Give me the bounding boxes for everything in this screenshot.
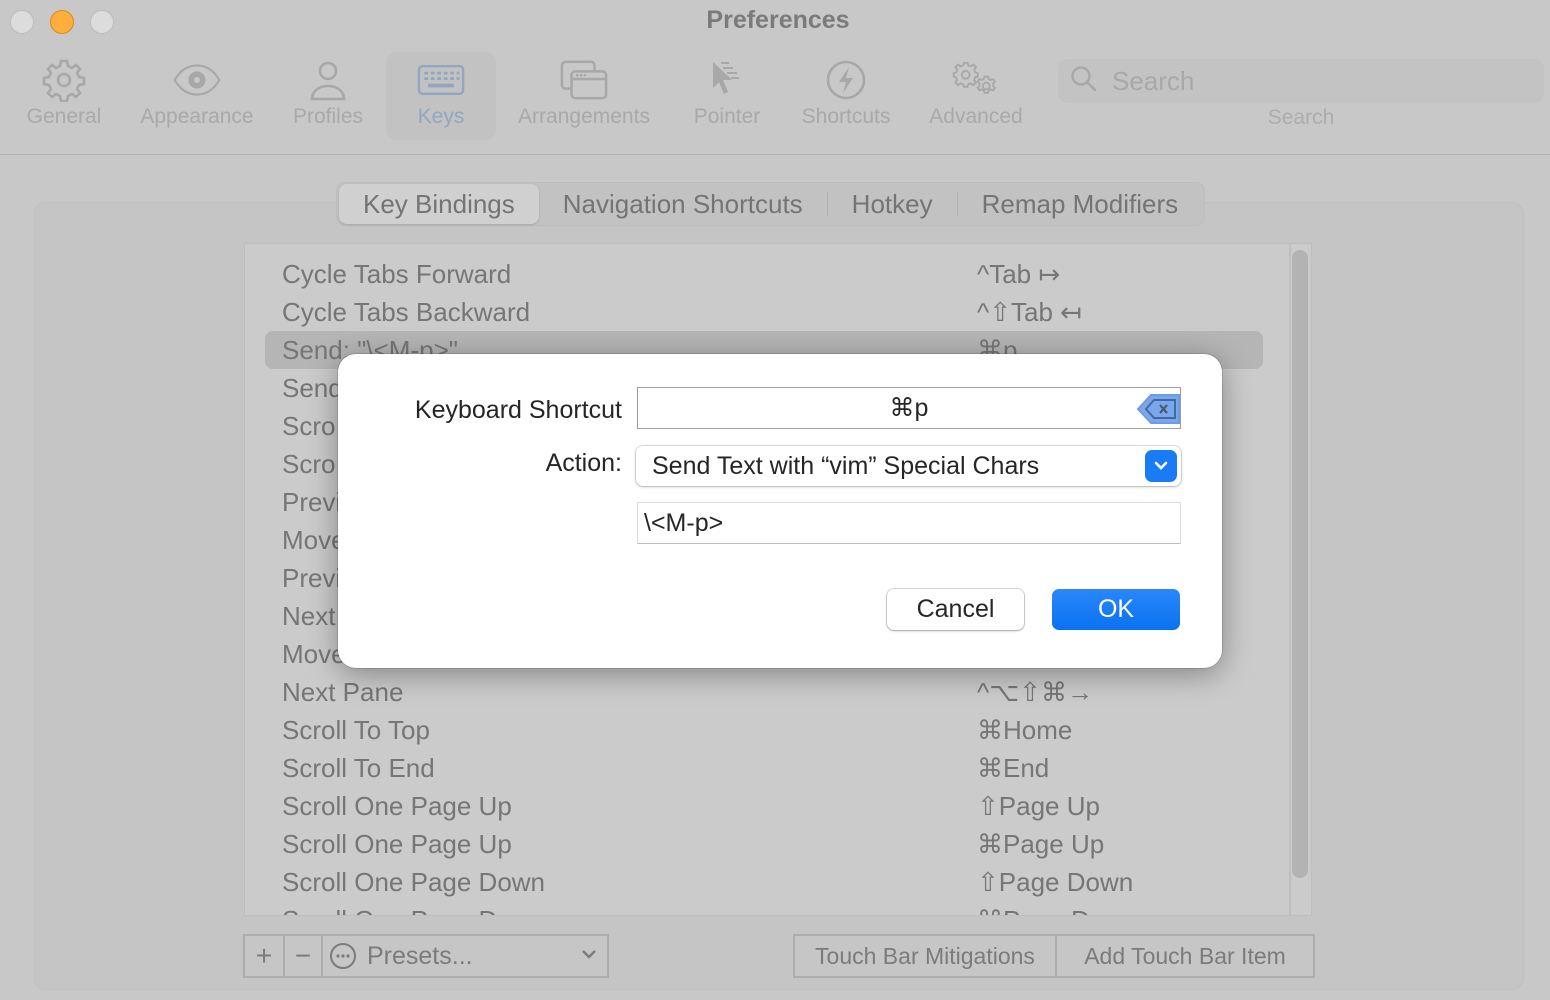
search-input[interactable] — [1112, 65, 1512, 97]
binding-action: Scroll One Page Down — [282, 905, 545, 916]
table-row[interactable]: Cycle Tabs Forward ^Tab ↦ — [265, 255, 1263, 293]
action-value: Send Text with “vim” Special Chars — [652, 451, 1040, 480]
binding-action: Move — [282, 638, 346, 669]
tab-bar: Key Bindings Navigation Shortcuts Hotkey… — [336, 182, 1206, 226]
add-touch-bar-item-button[interactable]: Add Touch Bar Item — [1057, 936, 1313, 976]
toolbar-item-label: Profiles — [292, 105, 364, 128]
binding-shortcut: ⌘Page Down — [977, 905, 1137, 916]
binding-action: Next Pane — [282, 676, 404, 707]
bolt-icon — [822, 58, 870, 102]
table-row[interactable]: Scroll One Page Down ⇧Page Down — [265, 863, 1263, 901]
search-field[interactable] — [1058, 59, 1544, 103]
table-row[interactable]: Scroll One Page Down ⌘Page Down — [265, 901, 1263, 916]
binding-shortcut: ^⌥⇧⌘→ — [977, 676, 1093, 707]
toolbar-item-general[interactable]: General — [14, 52, 114, 140]
touch-bar-mitigations-button[interactable]: Touch Bar Mitigations — [795, 936, 1057, 976]
binding-action: Send — [282, 372, 343, 403]
binding-action: Next — [282, 600, 336, 631]
search-label: Search — [1267, 106, 1335, 129]
cancel-button[interactable]: Cancel — [887, 589, 1024, 630]
gears-icon — [952, 58, 1000, 102]
presets-dropdown[interactable]: Presets... — [323, 936, 607, 976]
binding-shortcut: ⌘Page Up — [977, 828, 1105, 859]
table-row[interactable]: Cycle Tabs Backward ^⇧Tab ↤ — [265, 293, 1263, 331]
action-select[interactable]: Send Text with “vim” Special Chars — [636, 446, 1181, 486]
binding-action: Scroll To Top — [282, 714, 430, 745]
binding-action: Scro — [282, 448, 336, 479]
binding-controls: + − Presets... — [243, 934, 609, 978]
toolbar-item-profiles[interactable]: Profiles — [284, 52, 372, 140]
eye-icon — [173, 58, 221, 102]
clear-shortcut-icon[interactable] — [1134, 392, 1182, 426]
binding-action: Scroll One Page Down — [282, 866, 546, 897]
ellipsis-circle-icon — [329, 942, 357, 970]
toolbar-item-label: Appearance — [140, 105, 254, 128]
binding-action: Cycle Tabs Forward — [282, 258, 512, 289]
search-icon — [1070, 65, 1098, 98]
toolbar-item-advanced[interactable]: Advanced — [920, 52, 1032, 140]
tab-navigation-shortcuts[interactable]: Navigation Shortcuts — [539, 184, 827, 224]
keyboard-icon — [417, 58, 465, 102]
binding-action: Scroll To End — [282, 752, 435, 783]
toolbar-item-label: General — [26, 105, 102, 128]
edit-key-binding-dialog: Keyboard Shortcut ⌘p Action: Send Text w… — [338, 354, 1222, 668]
toolbar-item-appearance[interactable]: Appearance — [130, 52, 264, 140]
toolbar-item-keys[interactable]: Keys — [386, 52, 496, 140]
remove-binding-button[interactable]: − — [285, 936, 323, 976]
toolbar-item-pointer[interactable]: Pointer — [684, 52, 770, 140]
binding-action: Scro — [282, 410, 336, 441]
binding-action: Cycle Tabs Backward — [282, 296, 531, 327]
toolbar-item-label: Arrangements — [518, 105, 650, 128]
touch-bar-controls: Touch Bar Mitigations Add Touch Bar Item — [793, 934, 1315, 978]
binding-action: Previ — [282, 562, 342, 593]
binding-shortcut: ^⇧Tab ↤ — [977, 296, 1082, 327]
binding-action: Scroll One Page Up — [282, 790, 512, 821]
windows-icon — [560, 58, 608, 102]
window-title: Preferences — [706, 6, 850, 34]
table-row[interactable]: Scroll One Page Up ⇧Page Up — [265, 787, 1263, 825]
table-row[interactable]: Next Pane ^⌥⇧⌘→ — [265, 673, 1263, 711]
binding-action: Previ — [282, 486, 342, 517]
pointer-icon — [703, 58, 751, 102]
toolbar-item-shortcuts[interactable]: Shortcuts — [792, 52, 900, 140]
chevron-down-icon — [581, 948, 597, 960]
person-icon — [304, 58, 352, 102]
add-binding-button[interactable]: + — [245, 936, 285, 976]
binding-action: Scroll One Page Up — [282, 828, 512, 859]
ok-button[interactable]: OK — [1052, 589, 1180, 630]
tab-remap-modifiers[interactable]: Remap Modifiers — [958, 184, 1203, 224]
table-row[interactable]: Scroll To Top ⌘Home — [265, 711, 1263, 749]
binding-shortcut: ⇧Page Up — [977, 790, 1100, 821]
shortcut-value: ⌘p — [889, 394, 929, 422]
binding-shortcut: ⇧Page Down — [977, 866, 1134, 897]
table-row[interactable]: Scroll One Page Up ⌘Page Up — [265, 825, 1263, 863]
binding-shortcut: ⌘Home — [977, 714, 1073, 745]
toolbar-item-label: Pointer — [693, 105, 761, 128]
binding-shortcut: ^Tab ↦ — [977, 258, 1061, 289]
keyboard-shortcut-field[interactable]: ⌘p — [637, 387, 1181, 429]
binding-shortcut: ⌘End — [977, 752, 1050, 783]
binding-action: Move — [282, 524, 346, 555]
scrollbar-thumb[interactable] — [1292, 250, 1308, 878]
toolbar-item-arrangements[interactable]: Arrangements — [506, 52, 662, 140]
action-label: Action: — [545, 449, 622, 477]
tab-hotkey[interactable]: Hotkey — [828, 184, 957, 224]
toolbar-item-label: Advanced — [929, 105, 1023, 128]
presets-label: Presets... — [367, 941, 473, 970]
toolbar-divider — [0, 154, 1550, 155]
chevron-down-icon — [1145, 450, 1177, 482]
send-text-input[interactable]: \<M-p> — [637, 502, 1181, 544]
toolbar-item-label: Keys — [417, 105, 465, 128]
table-row[interactable]: Scroll To End ⌘End — [265, 749, 1263, 787]
gear-icon — [40, 58, 88, 102]
toolbar-item-label: Shortcuts — [801, 105, 891, 128]
keyboard-shortcut-label: Keyboard Shortcut — [414, 396, 622, 424]
tab-key-bindings[interactable]: Key Bindings — [339, 184, 539, 224]
